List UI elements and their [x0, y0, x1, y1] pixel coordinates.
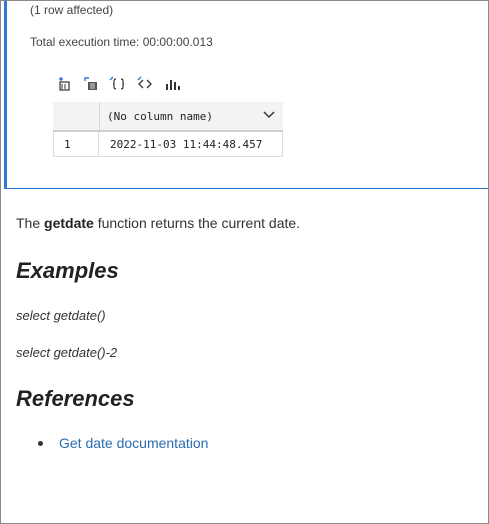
results-grid[interactable]: (No column name) 1 2022-11-03 11:44:48.4…	[53, 102, 283, 157]
save-as-csv-button[interactable]	[54, 74, 74, 94]
notebook-frame: (1 row affected) Total execution time: 0…	[0, 0, 489, 524]
examples-heading: Examples	[16, 258, 119, 283]
chart-button[interactable]	[162, 74, 182, 94]
chevron-down-icon[interactable]	[263, 111, 275, 119]
reference-link[interactable]: Get date documentation	[59, 435, 208, 451]
chart-icon	[166, 80, 180, 90]
example-line-2: select getdate()-2	[16, 345, 118, 360]
references-heading: References	[16, 386, 135, 411]
column-header-label: (No column name)	[107, 109, 213, 123]
result-cell[interactable]: 2022-11-03 11:44:48.457	[100, 132, 283, 156]
save-as-xml-button[interactable]	[135, 74, 155, 94]
save-as-json-button[interactable]	[108, 74, 128, 94]
markdown-description: The getdate function returns the current…	[16, 215, 300, 231]
desc-suffix: function returns the current date.	[93, 215, 301, 231]
row-number: 1	[53, 132, 99, 156]
desc-prefix: The	[16, 215, 45, 231]
table-row[interactable]: 1 2022-11-03 11:44:48.457	[53, 132, 283, 157]
code-cell-output[interactable]: (1 row affected) Total execution time: 0…	[4, 1, 488, 189]
save-as-excel-button[interactable]	[81, 74, 101, 94]
rows-affected-message: (1 row affected)	[30, 3, 114, 17]
save-as-csv-icon	[59, 77, 70, 91]
example-line-1: select getdate()	[16, 308, 106, 323]
save-as-xml-icon	[137, 76, 152, 89]
save-as-excel-icon	[84, 77, 97, 90]
row-number-header[interactable]	[53, 102, 100, 130]
function-name: getdate	[44, 215, 94, 231]
bullet-icon	[38, 441, 43, 446]
execution-time-message: Total execution time: 00:00:00.013	[30, 35, 213, 49]
column-header[interactable]: (No column name)	[100, 102, 283, 130]
save-as-json-icon	[109, 76, 125, 90]
